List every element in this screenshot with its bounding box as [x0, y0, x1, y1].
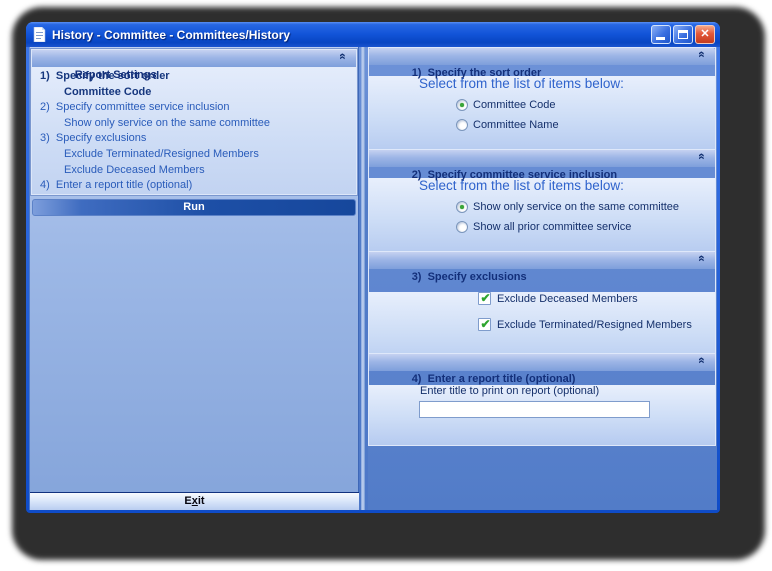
radio-label: Show only service on the same committee: [473, 201, 680, 213]
section-exclusions-header[interactable]: 3) Specify exclusions «: [369, 252, 715, 283]
options-panel: 1) Specify the sort order « Select from …: [368, 47, 717, 510]
report-settings-header-label: Report Settings: [74, 69, 157, 81]
chevron-double-up-icon[interactable]: «: [695, 255, 709, 267]
chevron-double-up-icon[interactable]: «: [695, 51, 709, 63]
radio-selected-icon[interactable]: [456, 99, 468, 111]
document-icon: [33, 27, 46, 42]
section-service-inclusion-header[interactable]: 2) Specify committee service inclusion «: [369, 150, 715, 181]
summary-item-exclusions[interactable]: 3) Specify exclusions: [32, 131, 356, 147]
summary-item-service-inclusion[interactable]: 2) Specify committee service inclusion: [32, 100, 356, 116]
section-report-title-header[interactable]: 4) Enter a report title (optional) «: [369, 354, 715, 385]
window-body: Report Settings « 1) Specify the sort or…: [29, 47, 717, 510]
report-settings-panel: Report Settings « 1) Specify the sort or…: [30, 47, 359, 510]
report-dialog-window: History - Committee - Committees/History…: [26, 22, 720, 513]
minimize-button[interactable]: [651, 25, 671, 44]
close-icon: ✕: [700, 28, 710, 40]
summary-value-exclude-deceased[interactable]: Exclude Deceased Members: [32, 163, 356, 179]
checkbox-checked-icon[interactable]: ✔: [478, 317, 491, 331]
maximize-button[interactable]: [673, 25, 693, 44]
summary-value-same-committee[interactable]: Show only service on the same committee: [32, 116, 356, 132]
chevron-double-up-icon[interactable]: «: [695, 357, 709, 369]
radio-selected-icon[interactable]: [456, 201, 468, 213]
radio-label: Committee Code: [473, 99, 556, 111]
exit-label-prefix: E: [184, 495, 192, 507]
radio-unselected-icon[interactable]: [456, 119, 468, 131]
radio-option-committee-code[interactable]: Committee Code: [456, 99, 715, 111]
summary-item-report-title[interactable]: 4) Enter a report title (optional): [32, 178, 356, 194]
settings-summary-list: 1) Specify the sort order Committee Code…: [32, 67, 356, 194]
summary-value-committee-code[interactable]: Committee Code: [32, 85, 356, 101]
screen: History - Committee - Committees/History…: [0, 0, 772, 571]
section-sort-order-body: Select from the list of items below: Com…: [369, 76, 715, 152]
checkbox-label: Exclude Terminated/Resigned Members: [497, 318, 692, 331]
summary-value-exclude-terminated[interactable]: Exclude Terminated/Resigned Members: [32, 147, 356, 163]
chevron-double-up-icon[interactable]: «: [336, 53, 350, 65]
section-service-inclusion: 2) Specify committee service inclusion «…: [368, 149, 716, 255]
report-settings-header[interactable]: Report Settings «: [32, 50, 356, 81]
section-report-title: 4) Enter a report title (optional) « Ent…: [368, 353, 716, 446]
chevron-double-up-icon[interactable]: «: [695, 153, 709, 165]
section-sort-order-header[interactable]: 1) Specify the sort order «: [369, 48, 715, 79]
radio-option-all-prior-service[interactable]: Show all prior committee service: [456, 221, 715, 233]
section-service-inclusion-header-label: 2) Specify committee service inclusion: [411, 169, 618, 181]
window-controls: ✕: [651, 25, 715, 44]
titlebar[interactable]: History - Committee - Committees/History…: [26, 22, 720, 47]
window-title: History - Committee - Committees/History: [52, 27, 291, 42]
section-report-title-header-label: 4) Enter a report title (optional): [411, 373, 576, 385]
checkbox-option-exclude-deceased[interactable]: ✔ Exclude Deceased Members: [478, 291, 715, 305]
radio-label: Show all prior committee service: [473, 221, 632, 233]
panel-splitter[interactable]: [361, 47, 365, 510]
section-sort-order-header-label: 1) Specify the sort order: [411, 67, 542, 79]
radio-option-same-committee[interactable]: Show only service on the same committee: [456, 201, 715, 213]
close-button[interactable]: ✕: [695, 25, 715, 44]
checkbox-option-exclude-terminated[interactable]: ✔ Exclude Terminated/Resigned Members: [478, 317, 715, 331]
report-settings-box: Report Settings « 1) Specify the sort or…: [31, 49, 357, 195]
run-button[interactable]: Run: [32, 199, 356, 216]
report-title-input[interactable]: [419, 401, 650, 418]
section-exclusions: 3) Specify exclusions « ✔ Exclude Deceas…: [368, 251, 716, 369]
section-service-inclusion-body: Select from the list of items below: Sho…: [369, 178, 715, 254]
check-icon: ✔: [480, 317, 491, 331]
minimize-icon: [656, 37, 665, 40]
radio-label: Committee Name: [473, 119, 559, 131]
section-report-title-body: Enter title to print on report (optional…: [369, 385, 715, 445]
section-exclusions-header-label: 3) Specify exclusions: [411, 271, 527, 283]
checkbox-label: Exclude Deceased Members: [497, 292, 638, 305]
radio-option-committee-name[interactable]: Committee Name: [456, 119, 715, 131]
check-icon: ✔: [480, 291, 491, 305]
exit-label-suffix: it: [197, 495, 205, 507]
maximize-icon: [678, 30, 688, 39]
exit-button[interactable]: Exit: [30, 492, 359, 510]
checkbox-checked-icon[interactable]: ✔: [478, 291, 491, 305]
section-sort-order: 1) Specify the sort order « Select from …: [368, 47, 716, 153]
radio-unselected-icon[interactable]: [456, 221, 468, 233]
